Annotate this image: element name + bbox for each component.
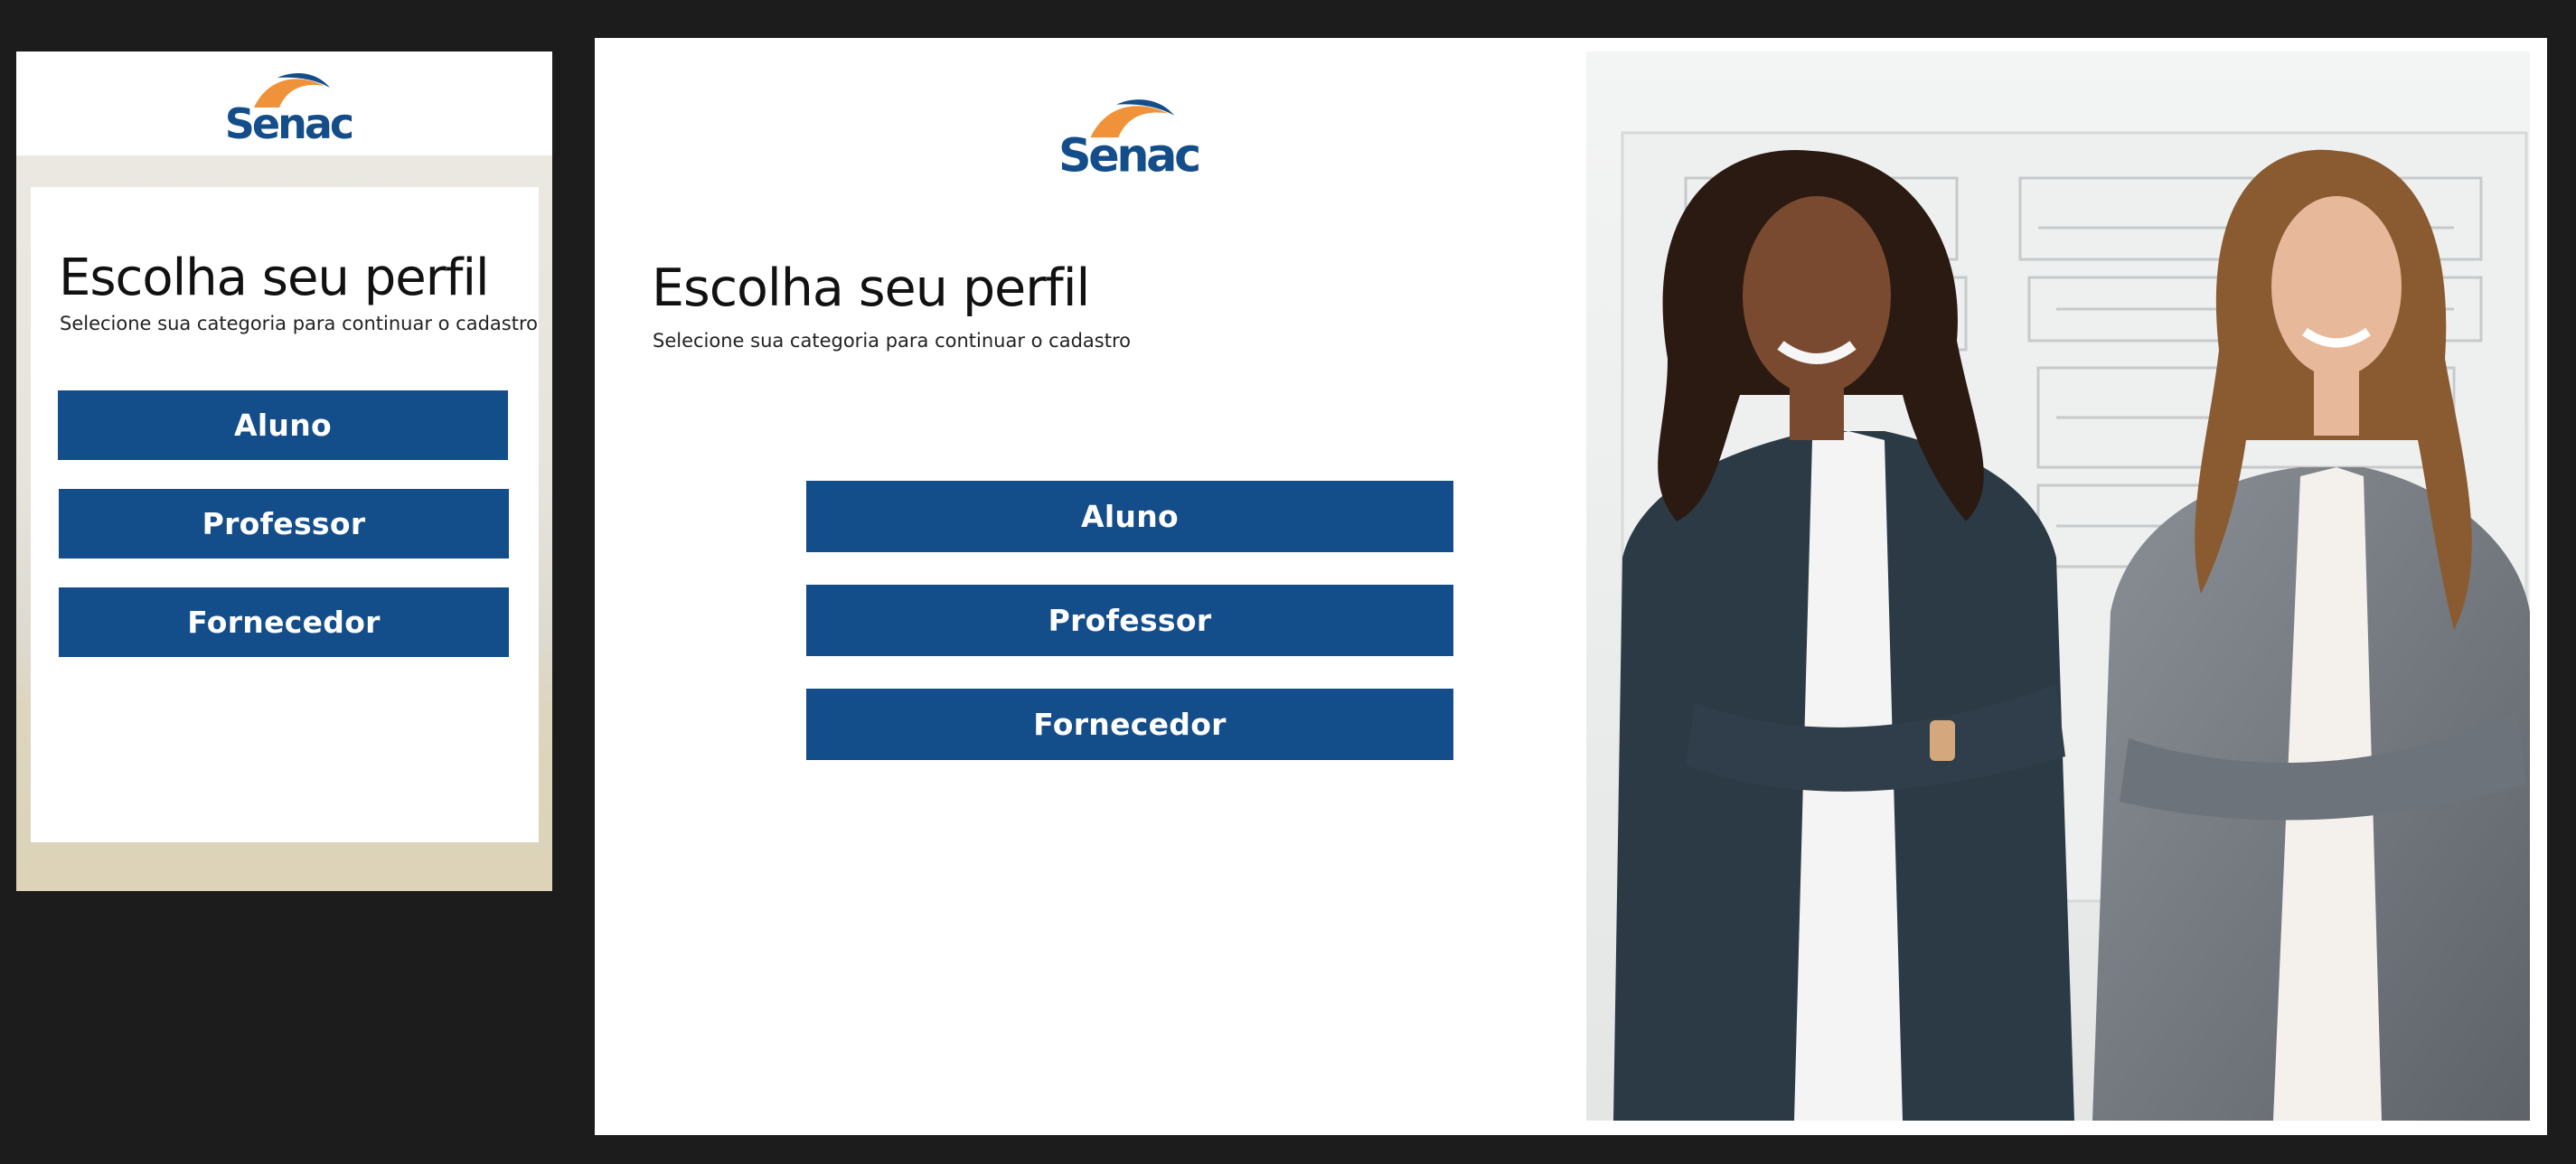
fornecedor-button[interactable]: Fornecedor xyxy=(806,689,1453,760)
professor-button[interactable]: Professor xyxy=(59,489,509,559)
senac-logo[interactable]: Senac xyxy=(223,64,355,148)
senac-logo[interactable]: Senac xyxy=(1057,89,1201,183)
aluno-button[interactable]: Aluno xyxy=(806,481,1453,552)
page-title: Escolha seu perfil xyxy=(59,249,490,307)
hero-photo xyxy=(1586,52,2530,1121)
hero-photo-illustration xyxy=(1586,52,2530,1121)
page-title: Escolha seu perfil xyxy=(652,258,1090,318)
professor-button[interactable]: Professor xyxy=(806,585,1453,656)
page-subtitle: Selecione sua categoria para continuar o… xyxy=(60,313,538,334)
page-subtitle: Selecione sua categoria para continuar o… xyxy=(653,330,1131,352)
fornecedor-button[interactable]: Fornecedor xyxy=(59,587,509,657)
senac-wordmark: Senac xyxy=(225,99,353,148)
mobile-view: Senac Escolha seu perfil Selecione sua c… xyxy=(16,52,552,891)
desktop-view: Senac Escolha seu perfil Selecione sua c… xyxy=(595,38,2547,1135)
senac-wordmark: Senac xyxy=(1058,129,1199,183)
aluno-button[interactable]: Aluno xyxy=(58,390,508,460)
